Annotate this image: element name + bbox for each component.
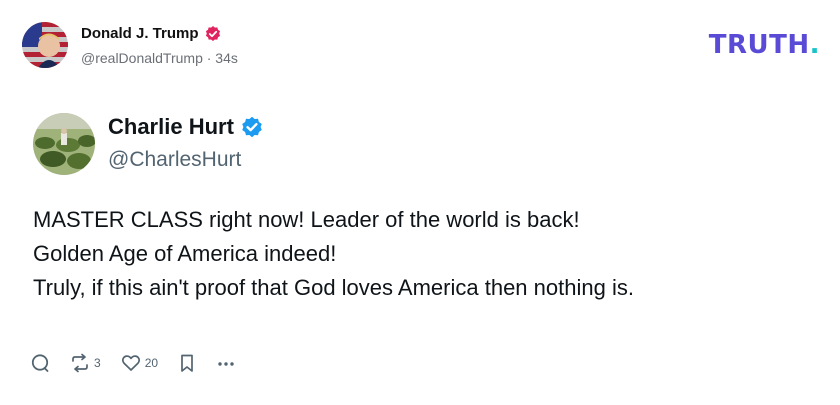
- like-count: 20: [144, 356, 159, 370]
- more-icon: [218, 362, 234, 366]
- more-button[interactable]: [216, 353, 236, 373]
- retruth-icon: [72, 353, 88, 373]
- flag-avatar-icon: [22, 22, 68, 68]
- bookmark-button[interactable]: [178, 353, 196, 373]
- quoted-text-line: Truly, if this ain't proof that God love…: [33, 275, 634, 300]
- verified-badge-icon: [205, 25, 220, 41]
- logo-text: TRUTH: [708, 30, 810, 60]
- quoted-avatar[interactable]: [33, 113, 95, 175]
- retruth-button[interactable]: 3: [70, 353, 101, 373]
- verified-badge-icon: [242, 116, 262, 138]
- retruth-count: 3: [94, 356, 101, 370]
- quoted-author-handle[interactable]: @CharlesHurt: [108, 148, 241, 172]
- author-name[interactable]: Donald J. Trump: [81, 25, 199, 42]
- like-button[interactable]: 20: [121, 353, 158, 373]
- truth-social-logo[interactable]: TRUTH.: [709, 30, 820, 60]
- post-header: Donald J. Trump @realDonaldTrump · 34s T…: [0, 0, 840, 90]
- quoted-text-line: Golden Age of America indeed!: [33, 241, 337, 266]
- quoted-name-row: Charlie Hurt: [108, 114, 263, 140]
- post-actions-bar: 3 20: [30, 350, 256, 376]
- author-name-row: Donald J. Trump: [81, 25, 221, 42]
- field-photo-avatar-icon: [33, 113, 95, 175]
- bookmark-icon: [181, 354, 193, 372]
- quoted-text-line: MASTER CLASS right now! Leader of the wo…: [33, 207, 580, 232]
- author-avatar[interactable]: [22, 22, 68, 68]
- quoted-author-name[interactable]: Charlie Hurt: [108, 114, 234, 140]
- quoted-post-text: MASTER CLASS right now! Leader of the wo…: [33, 203, 823, 305]
- reply-button[interactable]: [30, 353, 50, 373]
- heart-icon: [121, 355, 140, 371]
- reply-icon: [31, 354, 49, 372]
- author-handle[interactable]: @realDonaldTrump · 34s: [81, 50, 238, 66]
- logo-dot: .: [809, 30, 820, 60]
